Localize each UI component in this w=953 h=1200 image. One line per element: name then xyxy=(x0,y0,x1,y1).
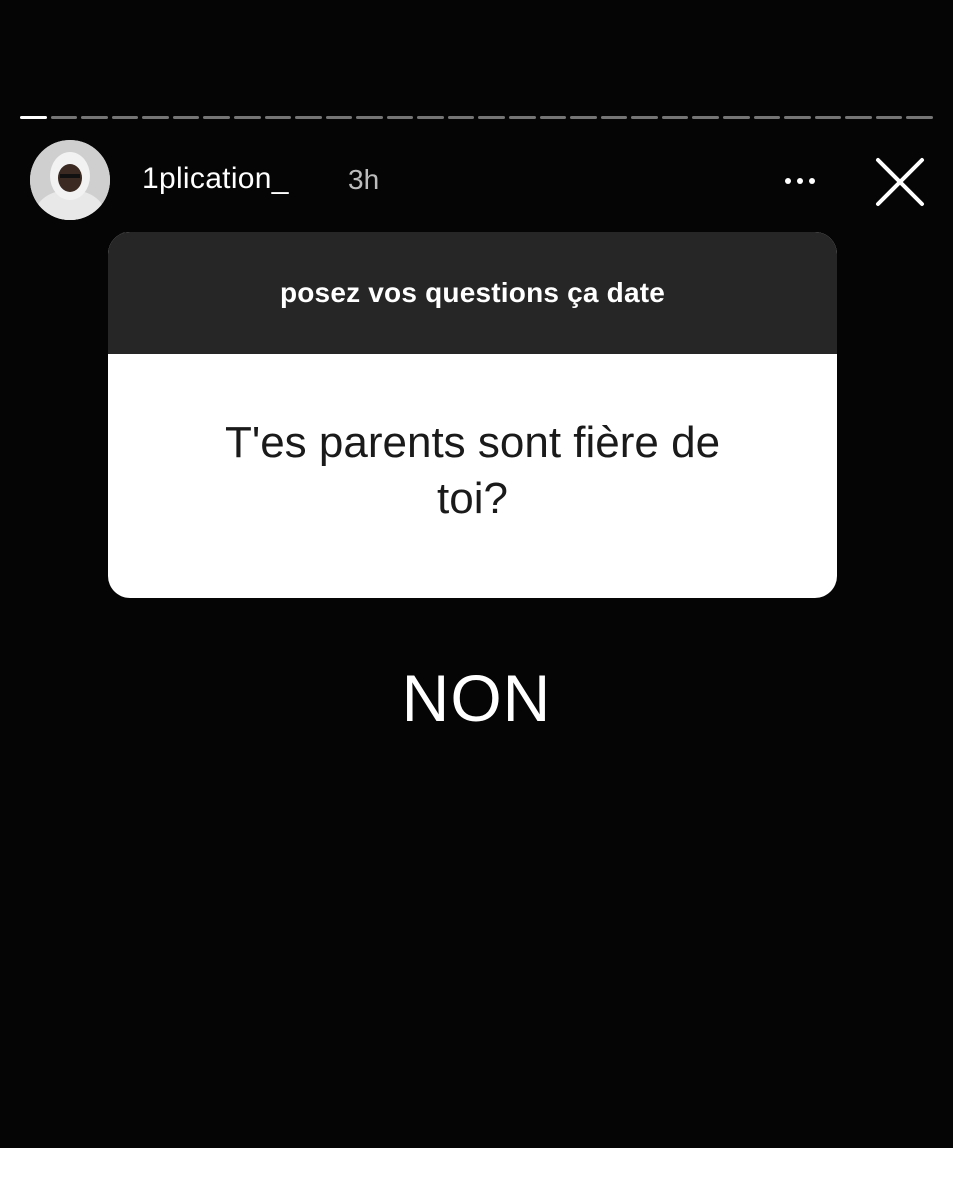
progress-segment xyxy=(386,116,414,119)
progress-segment xyxy=(233,116,261,119)
question-sticker-header: posez vos questions ça date xyxy=(108,232,837,354)
progress-segment xyxy=(631,116,658,119)
question-text: T'es parents sont fière de toi? xyxy=(224,418,721,523)
username[interactable]: 1plication_ xyxy=(142,162,289,196)
close-icon xyxy=(876,158,924,206)
progress-segment xyxy=(264,116,292,119)
progress-segment xyxy=(325,116,353,119)
progress-segment xyxy=(81,116,108,119)
progress-segment xyxy=(20,116,47,119)
progress-segment xyxy=(753,116,781,119)
progress-segment xyxy=(875,116,903,119)
post-time: 3h xyxy=(348,164,380,195)
progress-segment xyxy=(295,116,322,119)
story-header: 1plication_ 3h xyxy=(30,140,933,220)
story-progress-bar xyxy=(20,116,933,119)
progress-segment xyxy=(203,116,230,119)
progress-segment xyxy=(447,116,475,119)
progress-segment xyxy=(172,116,200,119)
progress-segment xyxy=(570,116,597,119)
progress-segment xyxy=(722,116,750,119)
progress-segment xyxy=(509,116,536,119)
progress-segment xyxy=(111,116,139,119)
progress-segment xyxy=(356,116,383,119)
more-options-icon xyxy=(809,178,815,184)
question-prompt: posez vos questions ça date xyxy=(279,277,666,308)
more-options-icon xyxy=(797,178,803,184)
progress-segment xyxy=(692,116,719,119)
answer-text: NON xyxy=(401,661,552,735)
progress-segment xyxy=(142,116,169,119)
progress-segment xyxy=(50,116,78,119)
more-options-icon xyxy=(785,178,791,184)
progress-segment xyxy=(600,116,628,119)
progress-segment xyxy=(417,116,444,119)
more-options-button[interactable] xyxy=(770,168,830,194)
progress-segment xyxy=(784,116,811,119)
progress-segment xyxy=(845,116,872,119)
progress-segment xyxy=(539,116,567,119)
question-sticker-body: T'es parents sont fière de toi? xyxy=(108,354,837,598)
story-viewer: 1plication_ 3h posez vos questions ça da… xyxy=(0,0,953,1148)
progress-segment xyxy=(478,116,505,119)
avatar[interactable] xyxy=(30,140,110,220)
progress-segment xyxy=(906,116,933,119)
close-button[interactable] xyxy=(872,154,928,210)
progress-segment xyxy=(661,116,689,119)
profile-avatar-image xyxy=(30,140,110,220)
question-sticker: posez vos questions ça date T'es parents… xyxy=(108,232,837,598)
progress-segment xyxy=(814,116,842,119)
